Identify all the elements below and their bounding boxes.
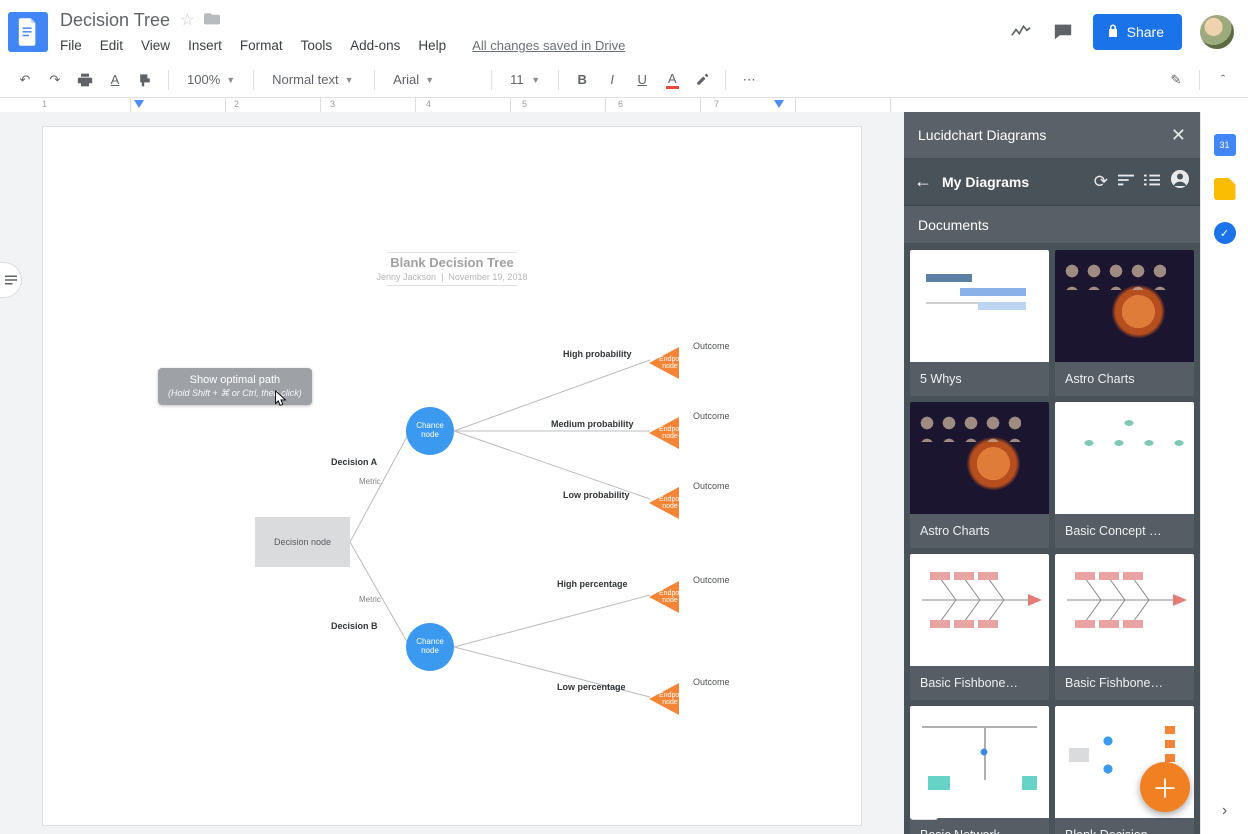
share-button[interactable]: Share xyxy=(1093,14,1182,50)
sort-icon[interactable] xyxy=(1118,172,1134,192)
redo-button[interactable]: ↷ xyxy=(42,67,68,93)
doc-card-astro-2[interactable]: Astro Charts xyxy=(910,402,1049,548)
underline-button[interactable]: U xyxy=(629,67,655,93)
label-low-prob: Low probability xyxy=(563,490,630,500)
side-rail: › xyxy=(1200,112,1248,834)
toolbar: ↶ ↷ A 100%▼ Normal text▼ Arial▼ 11▼ B I … xyxy=(0,62,1248,98)
calendar-icon[interactable] xyxy=(1214,134,1236,156)
star-icon[interactable]: ☆ xyxy=(180,10,194,30)
document-area[interactable]: Blank Decision Tree Jenny Jackson | Nove… xyxy=(0,112,904,834)
connector-lines xyxy=(43,127,861,825)
menu-bar: File Edit View Insert Format Tools Add-o… xyxy=(60,32,1009,53)
spellcheck-button[interactable]: A xyxy=(102,67,128,93)
lucid-section-header: Documents xyxy=(904,206,1200,244)
menu-insert[interactable]: Insert xyxy=(188,38,222,53)
save-status[interactable]: All changes saved in Drive xyxy=(472,38,625,53)
print-button[interactable] xyxy=(72,67,98,93)
workspace: Blank Decision Tree Jenny Jackson | Nove… xyxy=(0,112,1248,834)
docs-logo[interactable] xyxy=(8,12,48,52)
document-title[interactable]: Decision Tree xyxy=(60,10,170,31)
account-avatar[interactable] xyxy=(1200,15,1234,49)
lucid-document-grid[interactable]: 5 Whys Astro Charts Astro Charts Basic C… xyxy=(904,244,1200,834)
app-header: Decision Tree ☆ File Edit View Insert Fo… xyxy=(0,0,1248,62)
decision-b-label: Decision B xyxy=(331,621,378,631)
tasks-icon[interactable] xyxy=(1214,222,1236,244)
expand-button[interactable]: ˆ xyxy=(1210,67,1236,93)
label-med-prob: Medium probability xyxy=(551,419,634,429)
lucid-location-title: My Diagrams xyxy=(942,174,1084,190)
diagram-title-block: Blank Decision Tree Jenny Jackson | Nove… xyxy=(43,249,861,288)
doc-card-concept[interactable]: Basic Concept … xyxy=(1055,402,1194,548)
label-low-pct: Low percentage xyxy=(557,682,626,692)
refresh-icon[interactable]: ⟳ xyxy=(1094,172,1108,192)
label-high-prob: High probability xyxy=(563,349,632,359)
keep-icon[interactable] xyxy=(1214,178,1236,200)
lucid-header: Lucidchart Diagrams ✕ xyxy=(904,112,1200,158)
lucid-toolbar: ← My Diagrams ⟳ xyxy=(904,158,1200,206)
doc-card-network[interactable]: Basic Network … xyxy=(910,706,1049,834)
metric-a: Metric xyxy=(359,477,381,486)
menu-tools[interactable]: Tools xyxy=(301,38,333,53)
ruler[interactable]: 1 2 3 4 5 6 7 xyxy=(0,98,1248,112)
label-high-pct: High percentage xyxy=(557,579,628,589)
rail-expand-icon[interactable]: › xyxy=(1222,802,1227,820)
bold-button[interactable]: B xyxy=(569,67,595,93)
menu-format[interactable]: Format xyxy=(240,38,283,53)
menu-file[interactable]: File xyxy=(60,38,82,53)
font-dropdown[interactable]: Arial▼ xyxy=(385,67,481,93)
paint-format-button[interactable] xyxy=(132,67,158,93)
doc-card-astro-1[interactable]: Astro Charts xyxy=(1055,250,1194,396)
diagram-byline: Jenny Jackson | November 19, 2018 xyxy=(43,272,861,282)
move-folder-icon[interactable] xyxy=(204,11,220,30)
decision-a-label: Decision A xyxy=(331,457,377,467)
comments-icon[interactable] xyxy=(1051,20,1075,44)
share-label: Share xyxy=(1127,24,1164,40)
pointer-cursor-icon xyxy=(272,390,290,408)
menu-view[interactable]: View xyxy=(141,38,170,53)
doc-card-fishbone-1[interactable]: Basic Fishbone… xyxy=(910,554,1049,700)
undo-button[interactable]: ↶ xyxy=(12,67,38,93)
list-view-icon[interactable] xyxy=(1144,172,1160,192)
chance-node-2: Chance node xyxy=(406,623,454,671)
back-icon[interactable]: ← xyxy=(914,171,932,192)
style-dropdown[interactable]: Normal text▼ xyxy=(264,67,364,93)
lucidchart-panel: Lucidchart Diagrams ✕ ← My Diagrams ⟳ Do… xyxy=(904,112,1200,834)
header-actions: Share xyxy=(1009,8,1238,50)
highlight-button[interactable] xyxy=(689,67,715,93)
close-icon[interactable]: ✕ xyxy=(1171,125,1186,146)
new-diagram-fab[interactable]: ＋ xyxy=(1140,762,1190,812)
italic-button[interactable]: I xyxy=(599,67,625,93)
lucid-panel-title: Lucidchart Diagrams xyxy=(918,127,1046,143)
activity-icon[interactable] xyxy=(1009,20,1033,44)
decision-node: Decision node xyxy=(255,517,350,567)
menu-edit[interactable]: Edit xyxy=(100,38,123,53)
account-icon[interactable] xyxy=(1170,169,1190,194)
editing-mode-button[interactable]: ✎ xyxy=(1163,67,1189,93)
zoom-dropdown[interactable]: 100%▼ xyxy=(179,67,243,93)
more-button[interactable]: ⋯ xyxy=(736,67,762,93)
title-area: Decision Tree ☆ File Edit View Insert Fo… xyxy=(48,8,1009,53)
diagram-title: Blank Decision Tree xyxy=(43,255,861,270)
menu-help[interactable]: Help xyxy=(418,38,446,53)
chance-node-1: Chance node xyxy=(406,407,454,455)
menu-addons[interactable]: Add-ons xyxy=(350,38,400,53)
metric-b: Metric xyxy=(359,595,381,604)
lock-icon xyxy=(1107,24,1119,41)
text-color-button[interactable]: A xyxy=(659,67,685,93)
doc-card-5whys[interactable]: 5 Whys xyxy=(910,250,1049,396)
page: Blank Decision Tree Jenny Jackson | Nove… xyxy=(42,126,862,826)
doc-card-fishbone-2[interactable]: Basic Fishbone… xyxy=(1055,554,1194,700)
font-size-field[interactable]: 11▼ xyxy=(502,67,548,93)
